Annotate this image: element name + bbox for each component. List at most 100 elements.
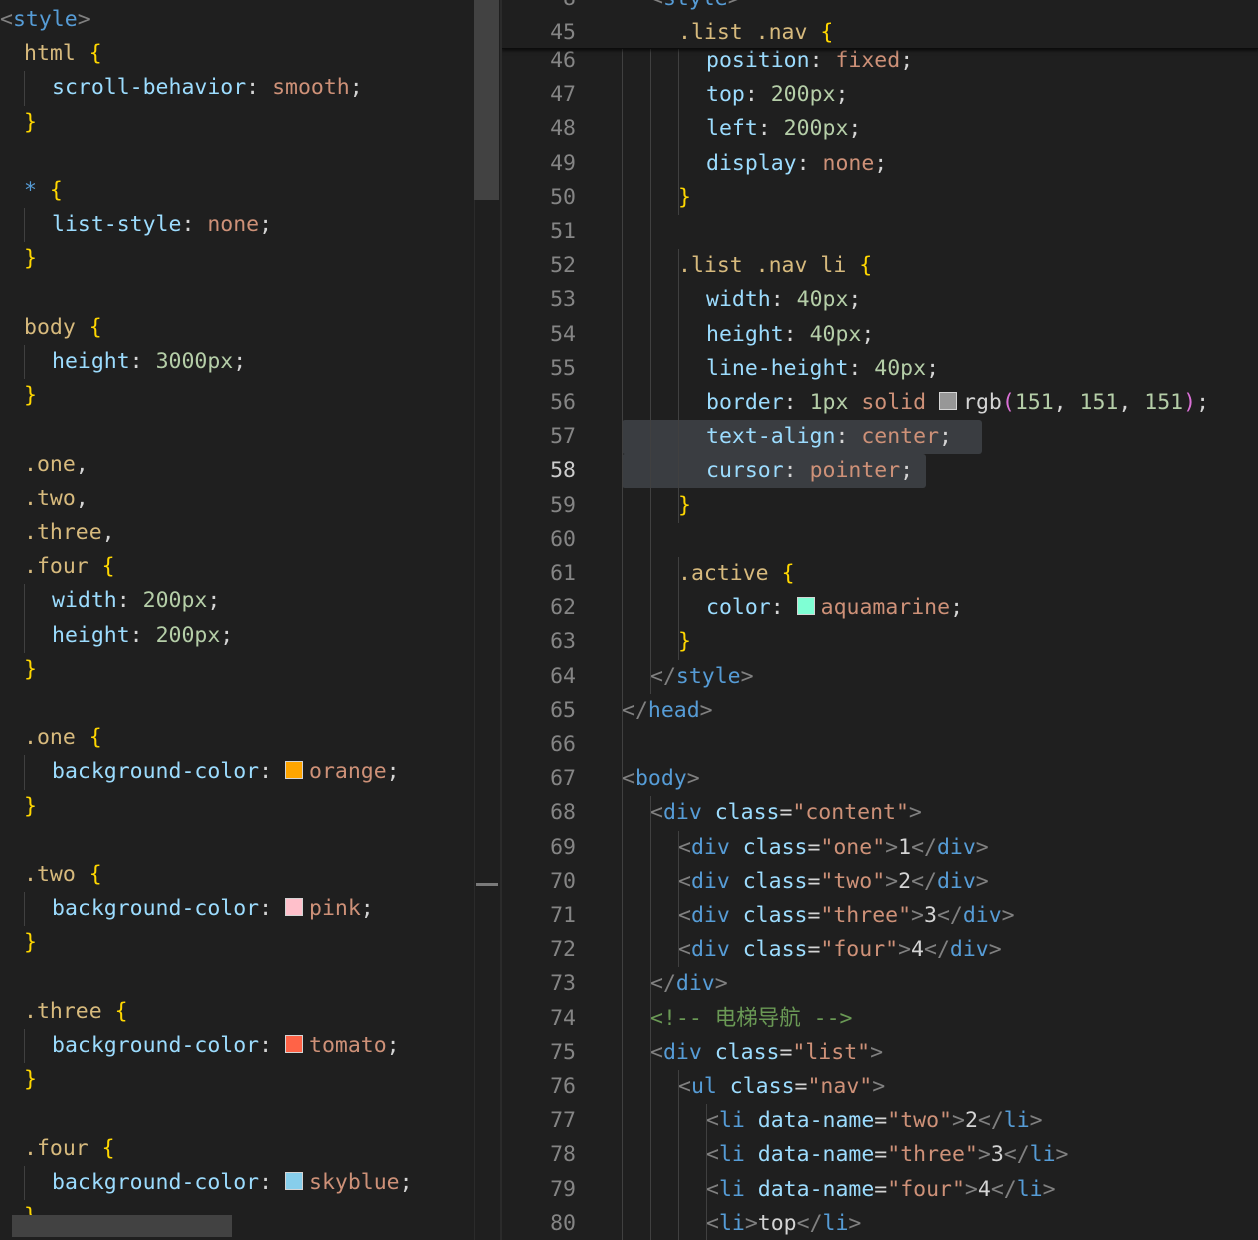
code-line[interactable]: 69 <div class="one">1</div> — [502, 831, 1258, 865]
code-line[interactable] — [0, 1097, 474, 1131]
code-line[interactable]: * { — [0, 174, 474, 208]
code-line[interactable]: .one, — [0, 448, 474, 482]
code-line[interactable]: 61 .active { — [502, 557, 1258, 591]
code-line[interactable]: .three { — [0, 995, 474, 1029]
color-swatch-icon[interactable] — [285, 761, 303, 780]
code-line[interactable]: .two, — [0, 482, 474, 516]
line-number[interactable]: 57 — [502, 420, 576, 454]
code-line[interactable]: list-style: none; — [0, 208, 474, 242]
line-number[interactable]: 47 — [502, 78, 576, 112]
sticky-scroll-line[interactable]: 45 .list .nav { — [502, 16, 1258, 50]
line-number[interactable]: 55 — [502, 352, 576, 386]
code-line[interactable]: 51 — [502, 215, 1258, 249]
line-number[interactable]: 56 — [502, 386, 576, 420]
code-line[interactable]: 65 </head> — [502, 694, 1258, 728]
code-line[interactable]: background-color: pink; — [0, 892, 474, 926]
line-number[interactable]: 80 — [502, 1207, 576, 1240]
code-line[interactable]: background-color: tomato; — [0, 1029, 474, 1063]
line-number[interactable]: 58 — [502, 454, 576, 488]
code-line[interactable]: 73 </div> — [502, 967, 1258, 1001]
line-number[interactable]: 61 — [502, 557, 576, 591]
line-number[interactable]: 72 — [502, 933, 576, 967]
line-number[interactable]: 79 — [502, 1173, 576, 1207]
code-line[interactable]: 68 <div class="content"> — [502, 796, 1258, 830]
line-number[interactable]: 53 — [502, 283, 576, 317]
color-swatch-icon[interactable] — [796, 597, 815, 616]
code-line[interactable]: 55 line-height: 40px; — [502, 352, 1258, 386]
line-number[interactable]: 8 — [502, 0, 576, 16]
line-number[interactable]: 69 — [502, 831, 576, 865]
code-line[interactable]: 78 <li data-name="three">3</li> — [502, 1138, 1258, 1172]
color-swatch-icon[interactable] — [285, 1171, 303, 1190]
line-number[interactable]: 48 — [502, 112, 576, 146]
right-editor-pane[interactable]: 46 position: fixed; 47 top: 200px; 48 left: 2… — [502, 0, 1258, 1240]
code-line[interactable]: 54 height: 40px; — [502, 318, 1258, 352]
code-line[interactable] — [0, 413, 474, 447]
color-swatch-icon[interactable] — [285, 898, 303, 917]
line-number[interactable]: 59 — [502, 489, 576, 523]
code-line[interactable]: 74 <!-- 电梯导航 --> — [502, 1002, 1258, 1036]
code-line[interactable]: } — [0, 106, 474, 140]
code-line[interactable]: 70 <div class="two">2</div> — [502, 865, 1258, 899]
code-line[interactable] — [0, 140, 474, 174]
code-line[interactable] — [0, 824, 474, 858]
code-line[interactable] — [0, 687, 474, 721]
sticky-scroll-line[interactable]: 8 <style> — [502, 0, 1258, 16]
sticky-scroll-header[interactable]: 8<style>45.list .nav { — [502, 0, 1258, 49]
code-line[interactable]: 63} — [502, 625, 1258, 659]
code-line[interactable]: 71 <div class="three">3</div> — [502, 899, 1258, 933]
code-line[interactable]: 60 — [502, 523, 1258, 557]
line-number[interactable]: 70 — [502, 865, 576, 899]
line-number[interactable]: 67 — [502, 762, 576, 796]
code-line[interactable]: 56 border: 1px solid rgb(151, 151, 151); — [502, 386, 1258, 420]
code-line[interactable] — [0, 277, 474, 311]
code-line[interactable]: 67 <body> — [502, 762, 1258, 796]
code-line[interactable]: 64 </style> — [502, 660, 1258, 694]
color-swatch-icon[interactable] — [939, 392, 958, 410]
line-number[interactable]: 77 — [502, 1104, 576, 1138]
code-line[interactable]: 50} — [502, 181, 1258, 215]
code-line[interactable]: height: 3000px; — [0, 345, 474, 379]
code-line[interactable]: 79 <li data-name="four">4</li> — [502, 1173, 1258, 1207]
line-number[interactable]: 49 — [502, 147, 576, 181]
code-line[interactable]: 76 <ul class="nav"> — [502, 1070, 1258, 1104]
line-number[interactable]: 66 — [502, 728, 576, 762]
line-number[interactable]: 65 — [502, 694, 576, 728]
line-number[interactable]: 52 — [502, 249, 576, 283]
code-line[interactable]: scroll-behavior: smooth; — [0, 71, 474, 105]
line-number[interactable]: 78 — [502, 1138, 576, 1172]
line-number[interactable]: 74 — [502, 1002, 576, 1036]
code-line[interactable]: 49 display: none; — [502, 147, 1258, 181]
code-line[interactable]: } — [0, 790, 474, 824]
code-line[interactable]: } — [0, 379, 474, 413]
code-line[interactable]: 47 top: 200px; — [502, 78, 1258, 112]
code-line[interactable]: width: 200px; — [0, 584, 474, 618]
left-vertical-scrollbar-thumb[interactable] — [474, 0, 499, 200]
line-number[interactable]: 68 — [502, 796, 576, 830]
line-number[interactable]: 63 — [502, 625, 576, 659]
line-number[interactable]: 76 — [502, 1070, 576, 1104]
line-number[interactable]: 54 — [502, 318, 576, 352]
code-line[interactable]: 58 cursor: pointer; — [502, 454, 1258, 488]
code-line[interactable]: 75 <div class="list"> — [502, 1036, 1258, 1070]
code-line[interactable]: } — [0, 926, 474, 960]
code-line[interactable]: .four { — [0, 550, 474, 584]
code-line[interactable]: 72 <div class="four">4</div> — [502, 933, 1258, 967]
code-line[interactable]: 57 text-align: center; — [502, 420, 1258, 454]
code-line[interactable]: height: 200px; — [0, 619, 474, 653]
code-line[interactable] — [0, 961, 474, 995]
left-editor-pane[interactable]: <style> html {scroll-behavior: smooth;} * … — [0, 0, 474, 1240]
code-line[interactable]: background-color: skyblue; — [0, 1166, 474, 1200]
code-line[interactable]: 77 <li data-name="two">2</li> — [502, 1104, 1258, 1138]
code-line[interactable]: .two { — [0, 858, 474, 892]
code-line[interactable]: } — [0, 242, 474, 276]
code-line[interactable]: .one { — [0, 721, 474, 755]
code-line[interactable]: html { — [0, 37, 474, 71]
code-line[interactable]: } — [0, 653, 474, 687]
code-line[interactable]: 66 — [502, 728, 1258, 762]
code-line[interactable]: <style> — [0, 3, 474, 37]
code-line[interactable]: .three, — [0, 516, 474, 550]
code-line[interactable]: 48 left: 200px; — [502, 112, 1258, 146]
code-line[interactable]: } — [0, 1063, 474, 1097]
line-number[interactable]: 64 — [502, 660, 576, 694]
